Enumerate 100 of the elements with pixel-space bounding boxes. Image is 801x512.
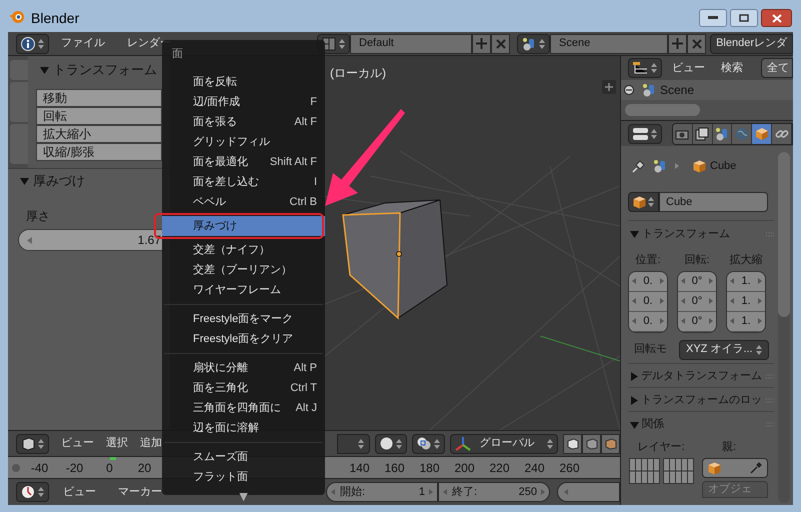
object-name-field[interactable]: Cube (659, 192, 768, 212)
properties-tab[interactable] (772, 124, 792, 144)
rotation-mode-dropdown[interactable]: XYZ オイラ... (679, 340, 769, 360)
tool-button[interactable]: 拡大縮小 (36, 125, 162, 143)
number-field[interactable]: 1. (727, 272, 765, 292)
orientation-dropdown[interactable]: グローバル (450, 434, 558, 454)
menu-item[interactable]: 検索 (721, 60, 743, 76)
add-scene-button[interactable] (668, 34, 687, 54)
menu-item[interactable]: 厚みづけ (162, 216, 325, 236)
properties-icon (633, 128, 648, 140)
filter-dropdown[interactable]: 全て (761, 58, 793, 78)
editor-type-selector[interactable] (16, 482, 49, 502)
editor-type-selector[interactable] (16, 34, 49, 54)
close-button[interactable] (761, 9, 792, 27)
menu-item[interactable]: 面を張る Alt F (162, 112, 325, 132)
number-field[interactable]: 0° (678, 312, 716, 332)
select-mode-button[interactable] (563, 434, 582, 454)
menu-item[interactable]: 面を差し込む I (162, 172, 325, 192)
minimize-button[interactable] (699, 9, 727, 27)
number-field[interactable]: 0° (678, 292, 716, 312)
increment-arrow-icon (541, 489, 545, 495)
pivot-dropdown[interactable] (412, 434, 446, 454)
viewport-label: (ローカル) (330, 65, 386, 82)
decrement-arrow-icon (632, 298, 636, 304)
scene-selector[interactable] (517, 34, 550, 54)
maximize-button[interactable] (730, 9, 758, 27)
delete-scene-button[interactable] (687, 34, 706, 54)
menu-item[interactable]: ファイル (61, 35, 105, 52)
mode-dropdown[interactable] (337, 434, 370, 454)
decrement-arrow-icon (730, 318, 734, 324)
menu-item[interactable]: フラット面 (162, 467, 325, 487)
menu-item[interactable]: 交差（ナイフ） (162, 240, 325, 260)
axes-icon (455, 436, 472, 452)
scrollbar-thumb[interactable] (778, 152, 790, 317)
horizontal-scrollbar[interactable] (625, 104, 700, 116)
menu-item[interactable]: 面を三角化 Ctrl T (162, 378, 325, 398)
properties-tab[interactable] (752, 124, 772, 144)
thickness-field[interactable]: 1.67 (18, 229, 164, 251)
number-field[interactable]: 0. (629, 272, 667, 292)
menu-item[interactable]: ビュー (672, 60, 705, 76)
layout-field[interactable]: Default (350, 34, 472, 54)
menu-item[interactable]: 辺を面に溶解 (162, 418, 325, 438)
menu-item[interactable]: ワイヤーフレーム (162, 280, 325, 300)
plus-icon (476, 38, 487, 49)
object-browse-button[interactable] (628, 192, 659, 212)
menu-item[interactable]: ベベル Ctrl B (162, 192, 325, 212)
menu-item[interactable]: 辺/面作成 F (162, 92, 325, 112)
parent-field[interactable] (702, 458, 768, 478)
vertex-select-icon (566, 438, 578, 450)
tool-button[interactable]: 回転 (36, 107, 162, 125)
select-mode-button[interactable] (582, 434, 601, 454)
delete-layout-button[interactable] (491, 34, 510, 54)
decrement-arrow-icon (681, 298, 685, 304)
properties-tab[interactable] (692, 124, 713, 144)
number-field[interactable]: 0. (629, 292, 667, 312)
number-field[interactable]: 1. (727, 292, 765, 312)
properties-tab[interactable] (732, 124, 752, 144)
editor-type-selector[interactable] (628, 124, 662, 144)
frame-field[interactable] (557, 482, 620, 502)
editor-type-selector[interactable] (628, 58, 662, 78)
menu-item[interactable]: 面を反転 (162, 72, 325, 92)
editor-type-selector[interactable] (16, 434, 49, 454)
updown-arrows-icon (38, 438, 44, 450)
decrement-arrow-icon (681, 278, 685, 284)
shading-dropdown[interactable] (375, 434, 408, 454)
menu-item[interactable]: ビュー (61, 435, 94, 452)
menu-item[interactable]: レンダー (127, 35, 171, 52)
select-mode-button[interactable] (601, 434, 620, 454)
menu-item[interactable]: 追加 (140, 435, 162, 452)
menu-item[interactable]: 扇状に分離 Alt P (162, 358, 325, 378)
menu-item[interactable]: マーカー (118, 484, 162, 500)
info-icon (21, 36, 35, 50)
scroll-handle[interactable] (12, 464, 20, 472)
number-field[interactable]: 1. (727, 312, 765, 332)
menu-item[interactable]: 面を最適化 Shift Alt F (162, 152, 325, 172)
end-frame-field[interactable]: 終了: 250 (438, 482, 550, 502)
properties-tab[interactable] (712, 124, 732, 144)
add-region-button[interactable] (602, 80, 616, 94)
menu-item[interactable]: ビュー (63, 484, 96, 500)
menu-item[interactable]: 三角面を四角面に Alt J (162, 398, 325, 418)
number-field[interactable]: 0. (629, 312, 667, 332)
menu-item[interactable]: 交差（ブーリアン） (162, 260, 325, 280)
properties-tab[interactable] (673, 124, 693, 144)
cube-icon (633, 196, 646, 208)
shortcut-label: Alt F (294, 114, 317, 130)
menu-item[interactable]: 選択 (106, 435, 128, 452)
field-label: 回転モ (634, 342, 668, 358)
cube-outline-icon (21, 436, 35, 450)
tool-button[interactable]: 収縮/膨張 (36, 143, 162, 161)
render-engine-dropdown[interactable]: Blenderレンダ (710, 34, 793, 54)
tool-button[interactable]: 移動 (36, 89, 162, 107)
menu-item[interactable]: Freestyle面をマーク (162, 309, 325, 329)
menu-item[interactable]: グリッドフィル (162, 132, 325, 152)
add-layout-button[interactable] (472, 34, 491, 54)
number-field[interactable]: 0° (678, 272, 716, 292)
scroll-down-arrow[interactable]: ▼ (236, 489, 250, 503)
menu-item[interactable]: Freestyle面をクリア (162, 329, 325, 349)
start-frame-field[interactable]: 開始: 1 (326, 482, 438, 502)
scene-field[interactable]: Scene (550, 34, 668, 54)
menu-item[interactable]: スムーズ面 (162, 447, 325, 467)
